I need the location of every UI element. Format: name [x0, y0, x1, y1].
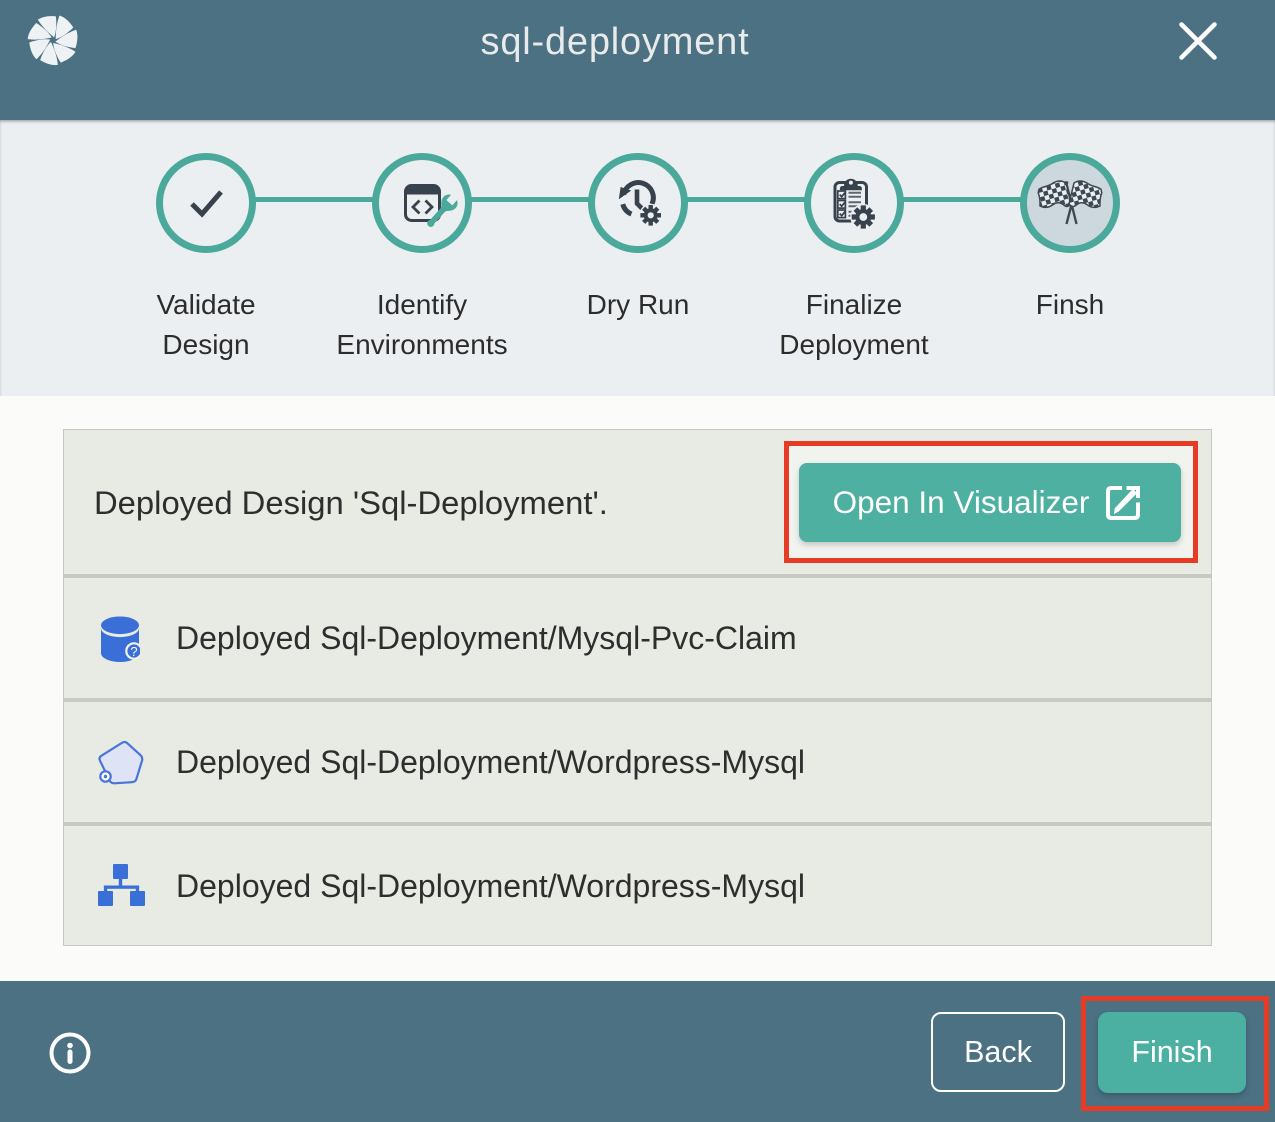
svg-text:?: ? — [130, 644, 137, 659]
